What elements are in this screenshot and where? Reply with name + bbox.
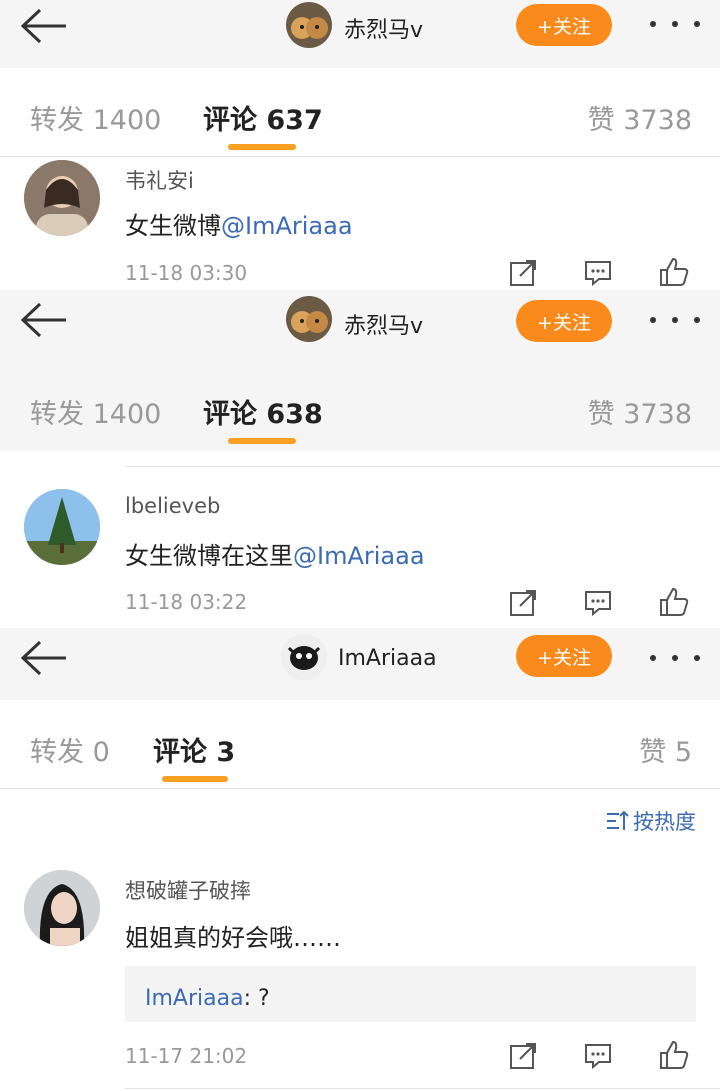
follow-button[interactable]: +关注	[516, 4, 612, 46]
divider	[125, 466, 720, 467]
tab-likes[interactable]: 赞 5	[639, 730, 692, 769]
more-icon[interactable]	[650, 648, 700, 668]
avatar[interactable]	[281, 634, 327, 680]
tab-repost[interactable]: 转发 0	[30, 730, 110, 769]
comment-time: 11-18 03:22	[125, 590, 248, 614]
commenter-name[interactable]: lbelieveb	[125, 494, 220, 518]
reply-author[interactable]: ImAriaaa	[145, 986, 244, 1011]
sort-icon	[607, 810, 629, 830]
active-tab-indicator	[162, 776, 228, 782]
back-arrow-icon[interactable]	[18, 6, 68, 46]
comment-body: 女生微博	[125, 212, 221, 240]
avatar[interactable]	[286, 296, 332, 342]
divider	[0, 156, 720, 157]
tab-bar: 转发 1400 评论 637 赞 3738	[0, 68, 720, 156]
tab-comments[interactable]: 评论 3	[153, 730, 235, 769]
follow-button[interactable]: +关注	[516, 635, 612, 677]
tab-comments[interactable]: 评论 637	[203, 98, 323, 137]
comment-text: 女生微博在这里@ImAriaaa	[125, 536, 425, 571]
tab-repost[interactable]: 转发 1400	[30, 392, 161, 431]
like-icon[interactable]	[658, 1039, 690, 1071]
comment-text: 姐姐真的好会哦……	[125, 924, 341, 952]
top-bar: 赤烈马v +关注	[0, 290, 720, 362]
follow-button[interactable]: +关注	[516, 300, 612, 342]
like-icon[interactable]	[658, 586, 690, 618]
mention-link[interactable]: @ImAriaaa	[221, 212, 353, 240]
username[interactable]: 赤烈马v	[344, 308, 423, 340]
commenter-avatar[interactable]	[24, 489, 100, 565]
mention-link[interactable]: @ImAriaaa	[293, 542, 425, 570]
reply-line: ImAriaaa: ?	[145, 986, 270, 1011]
comment-icon[interactable]	[583, 588, 613, 618]
repost-icon[interactable]	[508, 1041, 538, 1071]
comment-text: 女生微博@ImAriaaa	[125, 206, 353, 241]
repost-icon[interactable]	[508, 258, 538, 288]
comment-icon[interactable]	[583, 1041, 613, 1071]
commenter-avatar[interactable]	[24, 160, 100, 236]
commenter-avatar[interactable]	[24, 870, 100, 946]
like-icon[interactable]	[658, 256, 690, 288]
username[interactable]: ImAriaaa	[338, 646, 437, 671]
sort-label[interactable]: 按热度	[633, 806, 696, 836]
active-tab-indicator	[228, 438, 296, 444]
tab-repost[interactable]: 转发 1400	[30, 98, 161, 137]
back-arrow-icon[interactable]	[18, 300, 68, 340]
sort-control[interactable]: 按热度	[605, 806, 696, 836]
comment-time: 11-17 21:02	[125, 1044, 248, 1068]
reply-text: : ?	[243, 986, 270, 1011]
tab-likes[interactable]: 赞 3738	[588, 392, 692, 431]
back-arrow-icon[interactable]	[18, 638, 68, 678]
commenter-name[interactable]: 韦礼安i	[125, 165, 194, 195]
top-bar: ImAriaaa +关注	[0, 628, 720, 700]
more-icon[interactable]	[650, 310, 700, 330]
active-tab-indicator	[228, 144, 296, 150]
comment-body: 女生微博在这里	[125, 542, 293, 570]
tab-bar: 转发 0 评论 3 赞 5	[0, 700, 720, 788]
top-bar: 赤烈马v +关注	[0, 0, 720, 68]
comment-icon[interactable]	[583, 258, 613, 288]
divider	[125, 1088, 720, 1089]
more-icon[interactable]	[650, 14, 700, 34]
tab-bar: 转发 1400 评论 638 赞 3738	[0, 362, 720, 450]
reply-box[interactable]: ImAriaaa: ?	[125, 966, 696, 1022]
commenter-name[interactable]: 想破罐子破摔	[125, 875, 251, 905]
comment-time: 11-18 03:30	[125, 261, 248, 285]
username[interactable]: 赤烈马v	[344, 12, 423, 44]
repost-icon[interactable]	[508, 588, 538, 618]
tab-likes[interactable]: 赞 3738	[588, 98, 692, 137]
divider	[0, 788, 720, 789]
tab-comments[interactable]: 评论 638	[203, 392, 323, 431]
avatar[interactable]	[286, 2, 332, 48]
